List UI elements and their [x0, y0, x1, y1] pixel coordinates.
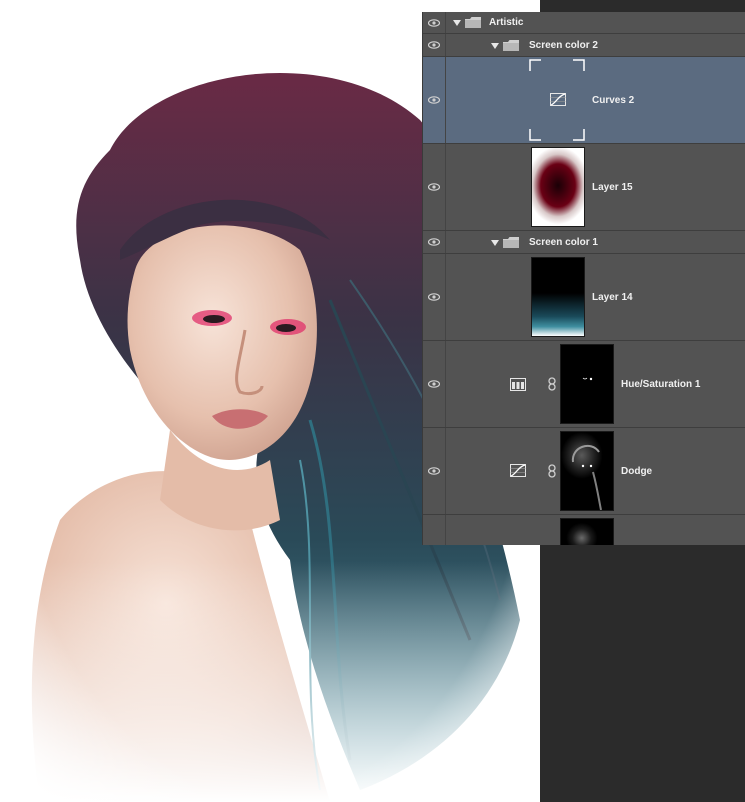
layer-name: Layer 15: [592, 182, 633, 193]
visibility-toggle[interactable]: [423, 12, 446, 33]
layer-mask-thumbnail[interactable]: [560, 431, 614, 511]
layer-row-screen-color-2[interactable]: Screen color 2: [423, 34, 745, 57]
curves-icon: [510, 464, 526, 477]
layer-thumbnail[interactable]: [531, 257, 585, 337]
layer-mask-thumbnail[interactable]: [560, 344, 614, 424]
eye-icon[interactable]: [428, 380, 440, 388]
layer-thumbnail[interactable]: [531, 147, 585, 227]
layer-row-partial[interactable]: [423, 515, 745, 545]
eye-icon[interactable]: [428, 293, 440, 301]
link-icon[interactable]: [547, 377, 557, 391]
layer-name: Screen color 2: [529, 40, 598, 51]
visibility-toggle[interactable]: [423, 144, 446, 230]
layer-name: Layer 14: [592, 292, 633, 303]
folder-icon: [503, 237, 519, 248]
folder-icon: [503, 40, 519, 51]
visibility-toggle[interactable]: [423, 254, 446, 340]
layer-name: Dodge: [621, 466, 653, 477]
layer-mask-thumbnail[interactable]: [560, 518, 614, 545]
hue-saturation-icon: [510, 378, 526, 391]
disclosure-triangle-icon[interactable]: [453, 20, 461, 26]
layer-row-dodge[interactable]: Dodge: [423, 428, 745, 515]
layer-row-artistic[interactable]: Artistic: [423, 12, 745, 34]
mask-detail-icon: [582, 377, 593, 381]
link-icon[interactable]: [547, 464, 557, 478]
eye-icon[interactable]: [428, 238, 440, 246]
eye-icon[interactable]: [428, 41, 440, 49]
eye-icon[interactable]: [428, 96, 440, 104]
eye-icon[interactable]: [428, 19, 440, 27]
disclosure-triangle-icon[interactable]: [491, 43, 499, 49]
folder-icon: [465, 17, 481, 28]
layer-name: Artistic: [489, 17, 524, 28]
layer-row-layer-15[interactable]: Layer 15: [423, 144, 745, 231]
visibility-toggle[interactable]: [423, 428, 446, 514]
layer-row-hue-saturation-1[interactable]: Hue/Saturation 1: [423, 341, 745, 428]
visibility-toggle[interactable]: [423, 341, 446, 427]
layer-name: Hue/Saturation 1: [621, 379, 701, 390]
layer-row-screen-color-1[interactable]: Screen color 1: [423, 231, 745, 254]
visibility-toggle[interactable]: [423, 515, 446, 545]
mask-detail-icon: [571, 444, 602, 510]
layers-panel[interactable]: Artistic Screen color 2 Curves 2 Layer 1…: [422, 12, 745, 545]
layer-name: Curves 2: [592, 95, 635, 106]
visibility-toggle[interactable]: [423, 34, 446, 56]
curves-icon: [550, 93, 566, 106]
eye-icon[interactable]: [428, 183, 440, 191]
layer-row-curves-2[interactable]: Curves 2: [423, 57, 745, 144]
layer-name: Screen color 1: [529, 237, 598, 248]
layer-row-layer-14[interactable]: Layer 14: [423, 254, 745, 341]
visibility-toggle[interactable]: [423, 57, 446, 143]
visibility-toggle[interactable]: [423, 231, 446, 253]
eye-icon[interactable]: [428, 467, 440, 475]
disclosure-triangle-icon[interactable]: [491, 240, 499, 246]
